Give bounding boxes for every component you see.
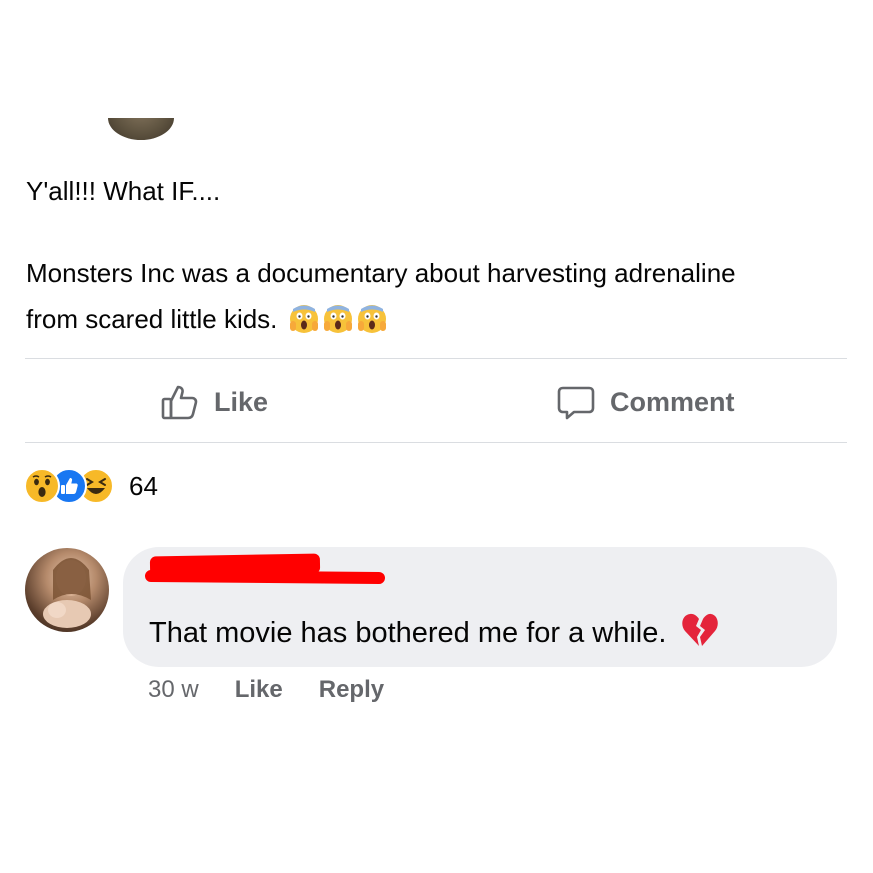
divider-bottom (25, 442, 847, 443)
comment-like-button[interactable]: Like (235, 674, 283, 706)
name-redaction (144, 569, 386, 585)
like-button[interactable]: Like (160, 378, 268, 426)
comment-timestamp[interactable]: 30 w (148, 674, 199, 706)
comment-meta: 30 w Like Reply (148, 674, 420, 706)
poster-avatar[interactable] (108, 118, 174, 140)
screaming-face-emoji (323, 305, 352, 333)
thumbs-up-icon (161, 385, 198, 420)
wow-reaction-icon (24, 468, 60, 504)
comment-reply-button[interactable]: Reply (319, 674, 384, 706)
screaming-face-emoji (289, 305, 318, 333)
commenter-avatar[interactable] (25, 548, 109, 632)
like-button-label: Like (214, 386, 269, 417)
comment-button[interactable]: Comment (556, 378, 735, 426)
divider-top (25, 358, 847, 359)
post-text-line1: Y'all!!! What IF.... (26, 176, 221, 206)
comment-button-label: Comment (610, 386, 735, 417)
reaction-count[interactable]: 64 (129, 471, 158, 502)
post-text-body: Monsters Inc was a documentary about har… (26, 250, 786, 342)
reactions-summary[interactable]: 64 (24, 468, 158, 504)
comment-text: That movie has bothered me for a while. (149, 612, 719, 652)
comment-icon (557, 386, 595, 420)
comment-text-content: That movie has bothered me for a while. (149, 617, 667, 649)
screaming-face-emoji (357, 305, 386, 333)
broken-heart-emoji (681, 613, 718, 646)
